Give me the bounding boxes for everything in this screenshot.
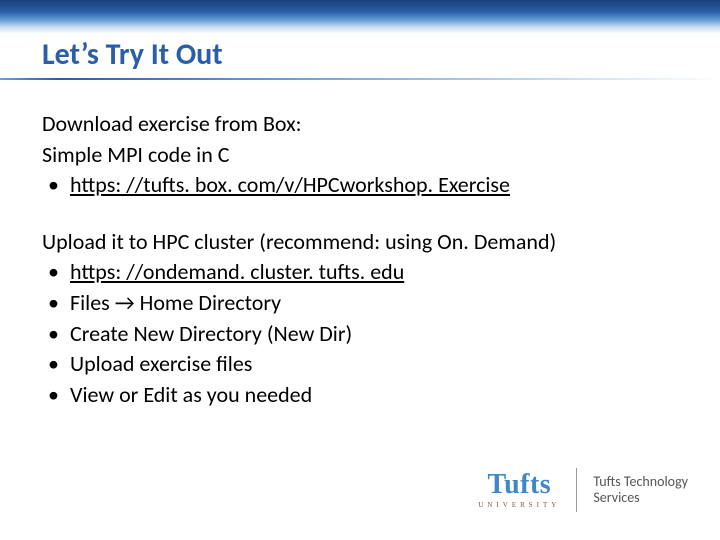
upload-list: https: //ondemand. cluster. tufts. edu F… — [42, 258, 678, 409]
upload-step-view: View or Edit as you needed — [70, 381, 312, 408]
section-upload: Upload it to HPC cluster (recommend: usi… — [42, 228, 678, 410]
slide-title: Let’s Try It Out — [42, 36, 223, 73]
list-item: Upload exercise files — [42, 350, 678, 379]
tufts-wordmark: Tufts — [487, 471, 551, 499]
tufts-logo: Tufts UNIVERSITY — [478, 471, 560, 509]
slide: Let’s Try It Out Download exercise from … — [0, 0, 720, 540]
tts-line-1: Tufts Technology — [593, 474, 688, 490]
download-list: https: //tufts. box. com/v/HPCworkshop. … — [42, 171, 678, 200]
box-link[interactable]: https: //tufts. box. com/v/HPCworkshop. … — [70, 171, 510, 198]
section-download: Download exercise from Box: Simple MPI c… — [42, 110, 678, 200]
tts-logo: Tufts Technology Services — [593, 474, 688, 506]
download-lead-2: Simple MPI code in C — [42, 141, 678, 170]
tufts-university-label: UNIVERSITY — [478, 501, 560, 509]
tts-line-2: Services — [593, 490, 688, 506]
upload-step-newdir: Create New Directory (New Dir) — [70, 320, 352, 347]
list-item: Files → Home Directory — [42, 289, 678, 318]
logo-divider — [576, 468, 577, 512]
list-item: https: //tufts. box. com/v/HPCworkshop. … — [42, 171, 678, 200]
download-lead-1: Download exercise from Box: — [42, 110, 678, 139]
title-underline — [0, 78, 720, 80]
slide-body: Download exercise from Box: Simple MPI c… — [42, 110, 678, 437]
header-gradient — [0, 0, 720, 34]
ondemand-link[interactable]: https: //ondemand. cluster. tufts. edu — [70, 258, 404, 285]
list-item: https: //ondemand. cluster. tufts. edu — [42, 258, 678, 287]
list-item: View or Edit as you needed — [42, 381, 678, 410]
upload-lead: Upload it to HPC cluster (recommend: usi… — [42, 228, 678, 257]
upload-step-upload: Upload exercise files — [70, 350, 252, 377]
footer-logo: Tufts UNIVERSITY Tufts Technology Servic… — [478, 468, 688, 512]
list-item: Create New Directory (New Dir) — [42, 320, 678, 349]
upload-step-files: Files → Home Directory — [70, 289, 281, 316]
